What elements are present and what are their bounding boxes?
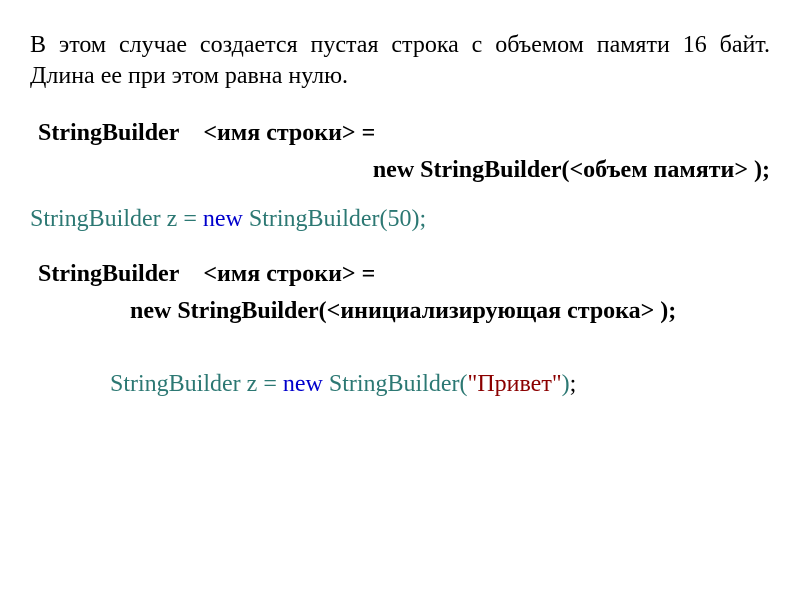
syntax-block-1: StringBuilder <имя строки> = new StringB… [30,120,770,184]
code-example-2: StringBuilder z = new StringBuilder("При… [30,371,770,398]
ex2-new-keyword: new [283,371,329,397]
ex2-classname: StringBuilder [329,371,460,397]
syntax2-line1: StringBuilder <имя строки> = [30,261,770,288]
syntax2-line2: new StringBuilder(<инициализирующая стро… [30,298,770,325]
syntax2-placeholder: <имя строки> = [203,261,375,287]
ex1-classname: StringBuilder [249,206,380,232]
ex1-arg: 50 [388,206,412,232]
syntax1-line2: new StringBuilder(<объем памяти> ); [30,157,770,184]
ex1-semicolon: ; [420,206,427,232]
syntax1-line1: StringBuilder <имя строки> = [30,120,770,147]
ex1-open-paren: ( [380,206,388,232]
intro-paragraph: В этом случае создается пустая строка с … [30,30,770,92]
code-example-1: StringBuilder z = new StringBuilder(50); [30,206,770,233]
syntax2-keyword: StringBuilder [38,261,179,287]
ex2-string-literal: "Привет" [468,371,562,397]
ex2-open-paren: ( [460,371,468,397]
document-page: В этом случае создается пустая строка с … [0,0,800,428]
ex2-semicolon: ; [570,371,577,397]
ex1-close-paren: ) [412,206,420,232]
ex1-new-keyword: new [203,206,249,232]
syntax-block-2: StringBuilder <имя строки> = new StringB… [30,261,770,325]
syntax1-keyword: StringBuilder [38,120,179,146]
ex1-declaration: StringBuilder z = [30,206,203,232]
syntax1-placeholder: <имя строки> = [203,120,375,146]
ex2-close-paren: ) [562,371,570,397]
ex2-declaration: StringBuilder z = [110,371,283,397]
